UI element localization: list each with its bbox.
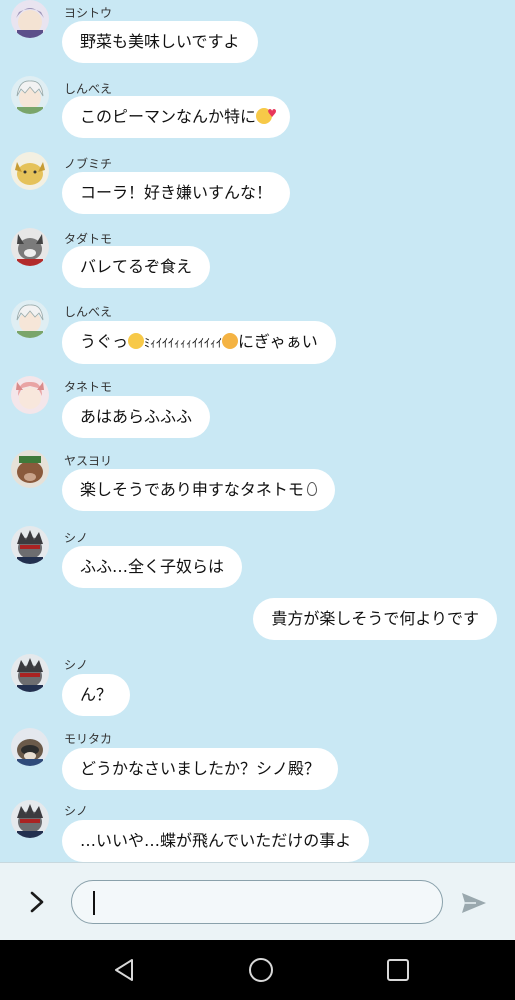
sender-name: タネトモ [64, 380, 113, 394]
dizzy-face-icon [222, 333, 239, 349]
message-text: 楽しそうであり申すなタネトモ [80, 480, 304, 499]
message-bubble: ふふ…全く子奴らは [62, 546, 243, 588]
sender-name: しんべえ [64, 82, 113, 96]
back-triangle-icon[interactable] [110, 955, 140, 985]
message-bubble: 野菜も美味しいですよ [62, 21, 258, 63]
message-bubble: ん？ [62, 674, 131, 716]
avatar[interactable] [11, 300, 49, 338]
avatar[interactable] [11, 450, 49, 488]
smiling-face-with-hearts-icon [256, 104, 277, 124]
message-input[interactable] [71, 880, 443, 924]
sender-name: シノ [64, 658, 89, 672]
avatar[interactable] [11, 228, 49, 266]
smiling-face-with-tear-icon [128, 333, 145, 349]
message-bubble: バレてるぞ食え [62, 246, 211, 288]
chat-area: ヨシトウ 野菜も美味しいですよ しんべえ このピーマンなんか特に ノブミチ コー… [0, 0, 515, 862]
sender-name: ノブミチ [64, 157, 113, 171]
recents-square-icon[interactable] [383, 955, 413, 985]
avatar[interactable] [11, 526, 49, 564]
text-cursor [93, 891, 95, 915]
message-bubble: うぐっ ﾐｨｲｲｲｨｨｨｲｲｲｨｲ にぎゃぁい [62, 321, 336, 364]
sender-name: タダトモ [64, 232, 113, 246]
message-text: ﾐｨｲｲｲｨｨｨｲｲｲｨｲ [144, 336, 223, 350]
sender-name: シノ [64, 804, 89, 818]
sender-name: ヤスヨリ [64, 454, 113, 468]
message-bubble: あはあらふふふ [62, 396, 211, 438]
avatar[interactable] [11, 376, 49, 414]
avatar[interactable] [11, 76, 49, 114]
sender-name: ヨシトウ [64, 6, 113, 20]
sender-name: モリタカ [64, 732, 113, 746]
message-bubble: このピーマンなんか特に [62, 96, 291, 138]
avatar[interactable] [11, 0, 49, 38]
sender-name: しんべえ [64, 305, 113, 319]
send-icon[interactable] [460, 891, 488, 915]
input-bar [0, 862, 515, 941]
avatar[interactable] [11, 152, 49, 190]
message-text: このピーマンなんか特に [80, 107, 257, 126]
message-text: うぐっ [80, 332, 129, 351]
message-bubble: 楽しそうであり申すなタネトモ [62, 469, 335, 511]
avatar[interactable] [11, 800, 49, 838]
home-circle-icon[interactable] [246, 955, 276, 985]
message-text: にぎゃぁい [238, 332, 318, 351]
avatar[interactable] [11, 728, 49, 766]
sender-name: シノ [64, 531, 89, 545]
message-bubble: どうかなさいましたか？シノ殿？ [62, 748, 339, 790]
chevron-right-icon[interactable] [27, 889, 47, 915]
message-bubble: 貴方が楽しそうで何よりです [253, 598, 497, 640]
droplet-icon [306, 482, 317, 496]
message-bubble: …いいや…蝶が飛んでいただけの事よ [62, 820, 370, 862]
avatar[interactable] [11, 654, 49, 692]
system-nav-bar [0, 940, 515, 1000]
message-bubble: コーラ！好き嫌いすんな！ [62, 172, 291, 214]
